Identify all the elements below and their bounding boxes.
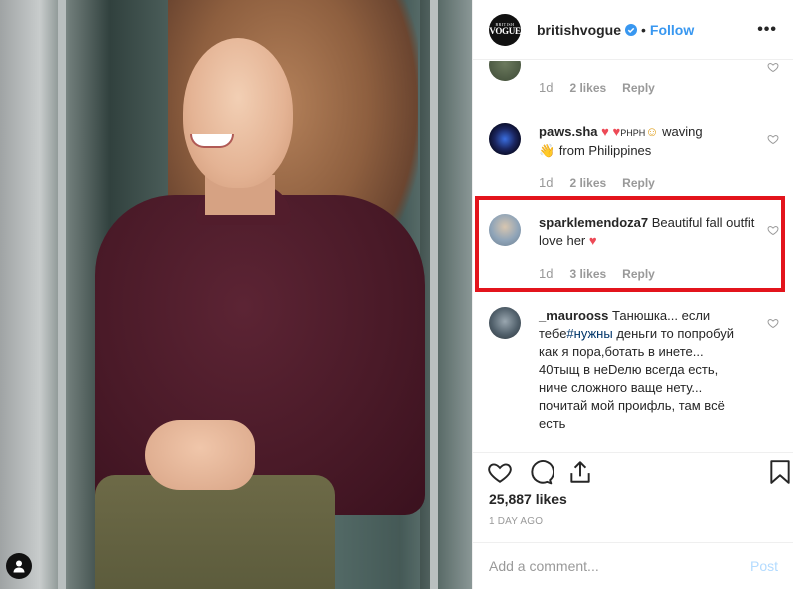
- heart-emoji: ♥: [601, 124, 609, 139]
- avatar[interactable]: [489, 61, 521, 81]
- highlight-box: [475, 196, 785, 292]
- profile-avatar[interactable]: BRITISH VOGUE: [489, 13, 521, 46]
- avatar[interactable]: [489, 123, 521, 155]
- window-frame: [430, 0, 438, 589]
- follow-button[interactable]: Follow: [650, 22, 694, 38]
- like-comment-heart-icon[interactable]: [767, 317, 779, 329]
- post-panel: BRITISH VOGUE britishvogue • Follow ••• …: [472, 0, 793, 589]
- separator-dot: •: [641, 21, 646, 38]
- comment-text: _maurooss Танюшка... если тебе#нужны ден…: [539, 307, 744, 433]
- comment-likes[interactable]: 2 likes: [569, 176, 606, 190]
- comment-body: from Philippines: [555, 143, 652, 158]
- comment-time[interactable]: 1d: [539, 175, 553, 190]
- like-heart-icon[interactable]: [487, 459, 513, 485]
- comment-username[interactable]: paws.sha: [539, 124, 598, 139]
- post-header: BRITISH VOGUE britishvogue • Follow •••: [473, 0, 793, 60]
- reply-button[interactable]: Reply: [622, 176, 655, 190]
- comment-time[interactable]: 1d: [539, 80, 553, 95]
- post-comment-button[interactable]: Post: [750, 558, 778, 574]
- avatar[interactable]: [489, 307, 521, 339]
- comment-text: paws.sha ♥ ♥PHPH☺ waving 👋 from Philippin…: [539, 123, 757, 160]
- share-icon[interactable]: [567, 459, 593, 485]
- add-comment-bar: Add a comment... Post: [473, 542, 793, 589]
- more-options-icon[interactable]: •••: [757, 21, 777, 39]
- like-comment-heart-icon[interactable]: [767, 61, 779, 73]
- post-photo[interactable]: [0, 0, 472, 589]
- comment-body: waving: [658, 124, 703, 139]
- like-comment-heart-icon[interactable]: [767, 133, 779, 145]
- window-frame: [58, 0, 66, 589]
- add-comment-input[interactable]: Add a comment...: [489, 558, 599, 574]
- comment-likes[interactable]: 2 likes: [569, 81, 606, 95]
- bookmark-icon[interactable]: [769, 459, 791, 485]
- waving-hand-emoji: 👋: [539, 143, 556, 158]
- logo-line2: VOGUE: [489, 26, 521, 36]
- comment-username[interactable]: _maurooss: [539, 308, 608, 323]
- post-username[interactable]: britishvogue: [537, 22, 621, 38]
- hand: [145, 420, 255, 490]
- user-tag-icon[interactable]: [6, 553, 32, 579]
- post-date[interactable]: 1 DAY AGO: [489, 516, 543, 527]
- like-count[interactable]: 25,887 likes: [489, 491, 567, 507]
- verified-badge-icon: [625, 23, 638, 36]
- comment-bubble-icon[interactable]: [528, 459, 554, 485]
- comments-list[interactable]: 1d 2 likes Reply paws.sha ♥ ♥PHPH☺ wavin…: [473, 61, 793, 452]
- post-actions: 25,887 likes 1 DAY AGO: [473, 452, 793, 542]
- comment-body: деньги то попробуй как я пора,ботать в и…: [539, 326, 735, 431]
- starstruck-emoji: ☺: [645, 124, 659, 139]
- sweater: [95, 195, 425, 515]
- skirt: [95, 475, 335, 589]
- hashtag-link[interactable]: #нужны: [566, 326, 612, 341]
- comment-meta: 1d 2 likes Reply: [539, 175, 655, 190]
- reply-button[interactable]: Reply: [622, 81, 655, 95]
- comment-body: PHPH: [620, 128, 646, 138]
- face: [183, 38, 293, 188]
- comment-meta: 1d 2 likes Reply: [539, 80, 655, 95]
